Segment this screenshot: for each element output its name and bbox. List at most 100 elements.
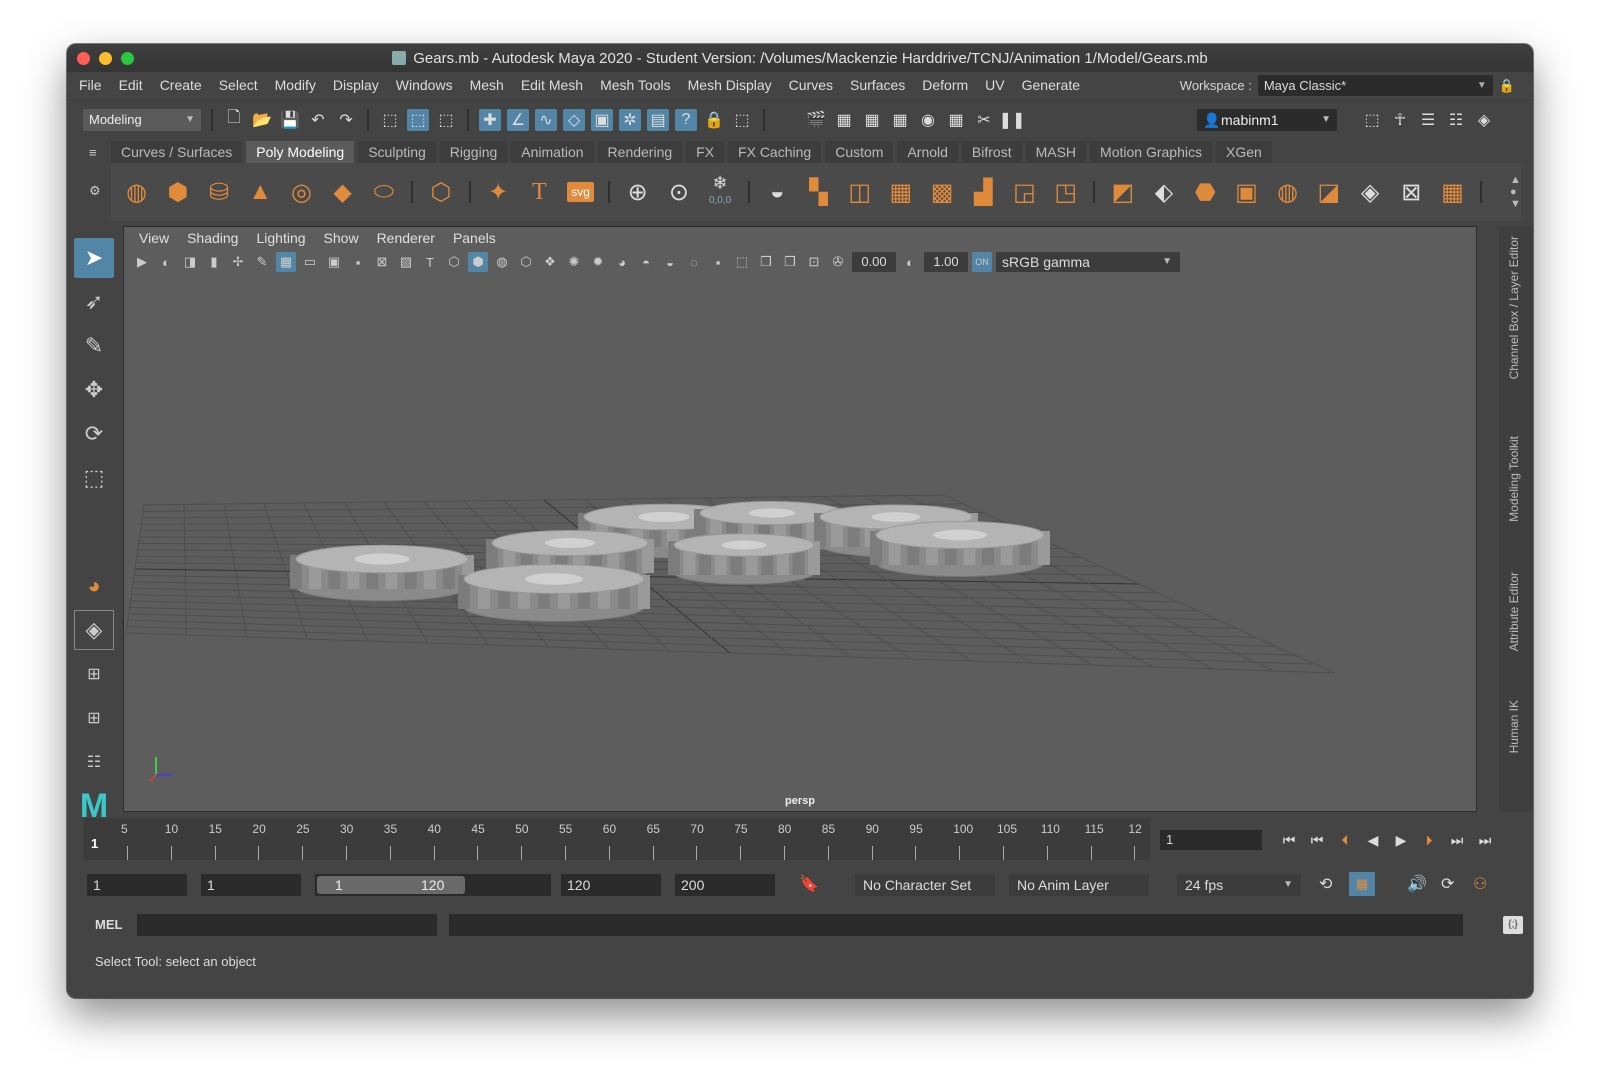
combine-icon[interactable]: ◒ — [760, 174, 795, 210]
svg-icon[interactable]: svg — [563, 174, 598, 210]
tab-attribute-editor[interactable]: Attribute Editor — [1507, 572, 1521, 651]
pivot-icon[interactable]: ⊕ — [620, 174, 655, 210]
center-pivot-icon[interactable]: ⊙ — [661, 174, 696, 210]
undo-icon[interactable]: ↶ — [307, 109, 329, 131]
menu-curves[interactable]: Curves — [780, 72, 841, 98]
viewport-menu-lighting[interactable]: Lighting — [247, 230, 314, 246]
lock-icon[interactable]: 🔒 — [703, 109, 725, 131]
bookmark-icon[interactable]: ◨ — [180, 252, 200, 272]
step-back-frame-icon[interactable]: ⏴ — [1333, 828, 1357, 852]
pause-icon[interactable]: ❚❚ — [999, 109, 1026, 131]
step-forward-key-icon[interactable]: ⏭ — [1445, 828, 1469, 852]
time-slider[interactable]: 5 10 15 20 25 30 35 40 45 50 55 60 65 70 75 80 85 90 95 100… — [83, 818, 1150, 860]
tab-bifrost[interactable]: Bifrost — [961, 141, 1022, 163]
close-button[interactable] — [77, 52, 90, 65]
tab-fx-caching[interactable]: FX Caching — [728, 141, 822, 163]
menu-mesh[interactable]: Mesh — [461, 72, 512, 98]
tool-settings-icon[interactable]: ☷ — [1445, 109, 1467, 131]
save-scene-icon[interactable]: 💾 — [279, 109, 301, 131]
antialiasing-icon[interactable]: ◌ — [684, 252, 704, 272]
quad-draw-icon[interactable]: ◍ — [1270, 174, 1305, 210]
film-gate-icon[interactable]: ▭ — [300, 252, 320, 272]
snap-point-icon[interactable]: ∿ — [535, 108, 557, 131]
safe-title-icon[interactable]: T — [420, 252, 440, 272]
default-material-icon[interactable]: ◍ — [492, 252, 512, 272]
persp-outliner-icon[interactable]: ⊞ — [74, 698, 114, 738]
new-scene-icon[interactable]: 🗋 — [223, 109, 245, 131]
anim-start-field[interactable]: 1 — [87, 874, 187, 896]
scale-tool-icon[interactable]: ⬚ — [74, 458, 114, 498]
go-to-start-icon[interactable]: ⏮ — [1277, 828, 1301, 852]
snap-view-icon[interactable]: ◇ — [563, 108, 585, 131]
mel-input[interactable] — [137, 914, 437, 936]
tab-rendering[interactable]: Rendering — [597, 141, 683, 163]
snap-together-icon[interactable]: ✂ — [973, 109, 995, 131]
plane-icon[interactable]: ◆ — [325, 174, 360, 210]
viewport-menu-renderer[interactable]: Renderer — [368, 230, 444, 246]
gear-mesh[interactable] — [668, 533, 820, 585]
gear-mesh[interactable] — [870, 521, 1050, 577]
cone-icon[interactable]: ▲ — [243, 174, 278, 210]
tab-curves-surfaces[interactable]: Curves / Surfaces — [111, 141, 243, 163]
bevel-icon[interactable]: ▩ — [924, 174, 959, 210]
type-tool-icon[interactable]: T — [522, 174, 557, 210]
tab-poly-modeling[interactable]: Poly Modeling — [246, 141, 355, 163]
view-transform-dropdown[interactable]: sRGB gamma ▼ — [996, 252, 1180, 272]
play-forward-icon[interactable]: ▶ — [1389, 828, 1413, 852]
cache-playback-icon[interactable]: ▦ — [1349, 872, 1375, 896]
xray-icon[interactable]: ❖ — [540, 252, 560, 272]
select-object-icon[interactable]: ⬚ — [407, 108, 429, 131]
fps-dropdown[interactable]: 24 fps ▼ — [1177, 874, 1301, 896]
wireframe-on-shaded-icon[interactable]: ⬡ — [516, 252, 536, 272]
multi-cut-icon[interactable]: ◩ — [1105, 174, 1140, 210]
exposure-icon[interactable]: ✇ — [828, 252, 848, 272]
safe-action-icon[interactable]: ▨ — [396, 252, 416, 272]
menu-uv[interactable]: UV — [977, 72, 1013, 98]
viewport-menu-view[interactable]: View — [130, 230, 178, 246]
move-tool-icon[interactable]: ✥ — [74, 370, 114, 410]
render-sequence-icon[interactable]: ▦ — [889, 109, 911, 131]
step-forward-frame-icon[interactable]: ⏵ — [1417, 828, 1441, 852]
current-frame-field[interactable]: 1 — [1160, 830, 1262, 850]
depth-of-field-icon[interactable]: ▪ — [708, 252, 728, 272]
script-editor-icon[interactable]: {;} — [1503, 916, 1523, 934]
shelf-menu-icon[interactable]: ≡ — [89, 145, 97, 160]
tab-fx[interactable]: FX — [686, 141, 725, 163]
sphere-icon[interactable]: ◍ — [119, 174, 154, 210]
range-slider[interactable]: 1 120 — [315, 874, 551, 896]
separate-icon[interactable]: ▚ — [801, 174, 836, 210]
target-weld-icon[interactable]: ⬖ — [1146, 174, 1181, 210]
bridge-icon[interactable]: ▟ — [966, 174, 1001, 210]
smooth-icon[interactable]: ▦ — [883, 174, 918, 210]
exposure-field[interactable]: 0.00 — [852, 252, 896, 272]
grid-icon[interactable]: ▦ — [276, 252, 296, 272]
motion-blur-icon[interactable]: ◒ — [660, 252, 680, 272]
gate-mask-icon[interactable]: ▪ — [348, 252, 368, 272]
textured-icon[interactable]: ✺ — [564, 252, 584, 272]
attribute-editor-icon[interactable]: ☰ — [1417, 109, 1439, 131]
shelf-scroll-icon[interactable]: ▲ ● ▼ — [1510, 174, 1521, 210]
camera-icon[interactable]: ▶ — [132, 252, 152, 272]
tab-motion-graphics[interactable]: Motion Graphics — [1090, 141, 1212, 163]
image-plane-icon[interactable]: ▮ — [204, 252, 224, 272]
playback-end-field[interactable]: 120 — [561, 874, 661, 896]
select-tool-icon[interactable]: ➤ — [74, 238, 114, 278]
extract-icon[interactable]: ◫ — [842, 174, 877, 210]
render-view-icon[interactable]: ▤ — [647, 108, 669, 131]
menu-file[interactable]: File — [67, 72, 110, 98]
camera-attr-icon[interactable]: ◐ — [156, 252, 176, 272]
viewport-menu-show[interactable]: Show — [315, 230, 368, 246]
menu-windows[interactable]: Windows — [387, 72, 461, 98]
menu-deform[interactable]: Deform — [914, 72, 977, 98]
history-icon[interactable]: ✲ — [619, 108, 641, 131]
conform-icon[interactable]: ⊠ — [1394, 174, 1429, 210]
ipr-render-icon[interactable]: ▦ — [861, 109, 883, 131]
go-to-end-icon[interactable]: ⏭ — [1473, 828, 1497, 852]
xray-active-icon[interactable]: ❐ — [780, 252, 800, 272]
cube-icon[interactable]: ⬢ — [160, 174, 195, 210]
tab-xgen[interactable]: XGen — [1215, 141, 1272, 163]
tab-custom[interactable]: Custom — [825, 141, 894, 163]
tab-arnold[interactable]: Arnold — [897, 141, 958, 163]
mirror-icon[interactable]: ⬣ — [1188, 174, 1223, 210]
snap-curve-icon[interactable]: ∠ — [507, 108, 529, 131]
